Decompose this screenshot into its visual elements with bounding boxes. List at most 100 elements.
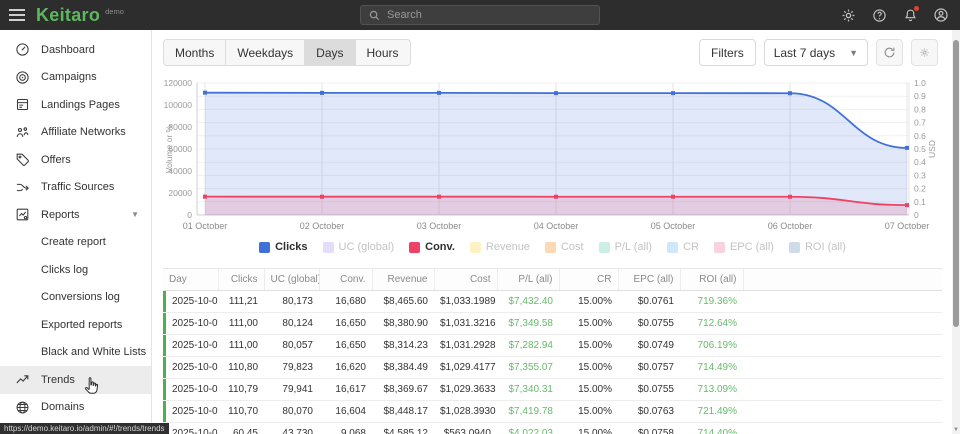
column-header-p-l-all-[interactable]: P/L (all) — [497, 269, 559, 291]
refresh-button[interactable] — [876, 39, 903, 66]
table-header-row: DayClicksUC (global)Conv.RevenueCostP/L … — [163, 269, 942, 291]
column-header-uc-global-[interactable]: UC (global) — [264, 269, 319, 291]
legend-item-uc-global-[interactable]: UC (global) — [323, 241, 395, 253]
sidebar-item-label: Traffic Sources — [41, 181, 114, 193]
menu-toggle-icon[interactable] — [0, 0, 34, 30]
table-row[interactable]: 2025-10-02111,0080,12416,650$8,380.90$1,… — [163, 313, 942, 335]
filters-button[interactable]: Filters — [699, 39, 756, 66]
sidebar-item-label: Conversions log — [41, 291, 120, 303]
cell-uc-global-: 80,124 — [264, 313, 319, 335]
cell-roi-all-: 714.49% — [680, 357, 743, 379]
table-row-partial[interactable]: 2025-10-0760,4543,7309,068$4,585.12$563.… — [163, 423, 942, 434]
cell-conv-: 16,650 — [319, 335, 372, 357]
chart-settings-button[interactable] — [911, 39, 938, 66]
cell-clicks: 60,45 — [218, 423, 264, 434]
offers-icon — [14, 152, 30, 168]
legend-swatch — [323, 242, 334, 253]
legend-item-epc-all-[interactable]: EPC (all) — [714, 241, 774, 253]
tab-hours[interactable]: Hours — [356, 40, 410, 65]
date-range-select[interactable]: Last 7 days ▼ — [764, 39, 868, 66]
table-row[interactable]: 2025-10-05110,7979,94116,617$8,369.67$1,… — [163, 379, 942, 401]
legend-swatch — [409, 242, 420, 253]
svg-text:0: 0 — [187, 210, 192, 220]
landings-pages-icon — [14, 97, 30, 113]
sidebar-item-dashboard[interactable]: Dashboard — [0, 36, 151, 64]
global-search[interactable] — [360, 5, 600, 25]
table-row[interactable]: 2025-10-01111,2180,17316,680$8,465.60$1,… — [163, 291, 942, 313]
traffic-sources-icon — [14, 179, 30, 195]
legend-swatch — [470, 242, 481, 253]
sidebar-item-offers[interactable]: Offers — [0, 146, 151, 174]
legend-item-roi-all-[interactable]: ROI (all) — [789, 241, 846, 253]
column-header-conv-[interactable]: Conv. — [319, 269, 372, 291]
cell-uc-global-: 80,173 — [264, 291, 319, 313]
tab-days[interactable]: Days — [305, 40, 355, 65]
sidebar-item-affiliate-networks[interactable]: Affiliate Networks — [0, 119, 151, 147]
table-row[interactable]: 2025-10-04110,8079,82316,620$8,384.49$1,… — [163, 357, 942, 379]
svg-text:1.0: 1.0 — [914, 78, 926, 88]
sidebar-item-reports[interactable]: Reports▼ — [0, 201, 151, 229]
legend-label: Clicks — [275, 241, 307, 253]
cell-day: 2025-10-01 — [163, 291, 218, 313]
scrollbar-down-arrow-icon[interactable]: ▼ — [952, 427, 960, 433]
column-header-revenue[interactable]: Revenue — [372, 269, 434, 291]
svg-text:0.9: 0.9 — [914, 91, 926, 101]
legend-item-conv-[interactable]: Conv. — [409, 241, 455, 253]
sidebar-item-create-report[interactable]: Create report — [0, 229, 151, 257]
column-header-cr[interactable]: CR — [559, 269, 618, 291]
cell-clicks: 111,00 — [218, 313, 264, 335]
notification-dot — [914, 6, 919, 11]
sidebar-item-traffic-sources[interactable]: Traffic Sources — [0, 174, 151, 202]
cell-conv-: 16,680 — [319, 291, 372, 313]
sidebar-item-exported-reports[interactable]: Exported reports — [0, 311, 151, 339]
cell-roi-all-: 712.64% — [680, 313, 743, 335]
sidebar-item-conversions-log[interactable]: Conversions log — [0, 284, 151, 312]
svg-text:20000: 20000 — [168, 188, 192, 198]
legend-item-cr[interactable]: CR — [667, 241, 699, 253]
chart-canvas: 02000040000600008000010000012000000.10.2… — [163, 70, 942, 236]
column-header-clicks[interactable]: Clicks — [218, 269, 264, 291]
cell-conv-: 16,604 — [319, 401, 372, 423]
legend-item-p-l-all-[interactable]: P/L (all) — [599, 241, 653, 253]
notifications-bell-icon[interactable] — [901, 6, 919, 24]
legend-swatch — [714, 242, 725, 253]
sidebar-item-campaigns[interactable]: Campaigns — [0, 64, 151, 92]
table-row[interactable]: 2025-10-03111,0080,05716,650$8,314.23$1,… — [163, 335, 942, 357]
column-header-cost[interactable]: Cost — [434, 269, 497, 291]
cell-day: 2025-10-06 — [163, 401, 218, 423]
cell-revenue: $8,465.60 — [372, 291, 434, 313]
sidebar-item-clicks-log[interactable]: Clicks log — [0, 256, 151, 284]
cell-epc-all-: $0.0758 — [618, 423, 680, 434]
sidebar-item-domains[interactable]: Domains — [0, 394, 151, 422]
sidebar-item-label: Affiliate Networks — [41, 126, 126, 138]
legend-item-cost[interactable]: Cost — [545, 241, 584, 253]
sidebar-item-trends[interactable]: Trends — [0, 366, 151, 394]
legend-item-revenue[interactable]: Revenue — [470, 241, 530, 253]
legend-item-clicks[interactable]: Clicks — [259, 241, 307, 253]
column-header-day[interactable]: Day — [163, 269, 218, 291]
cell-revenue: $8,380.90 — [372, 313, 434, 335]
column-header-epc-all-[interactable]: EPC (all) — [618, 269, 680, 291]
help-icon[interactable] — [870, 6, 888, 24]
settings-gear-icon[interactable] — [839, 6, 857, 24]
trends-chart[interactable]: 02000040000600008000010000012000000.10.2… — [163, 70, 942, 236]
scrollbar-thumb[interactable] — [953, 40, 959, 327]
cell-clicks: 111,00 — [218, 335, 264, 357]
table-row[interactable]: 2025-10-06110,7080,07016,604$8,448.17$1,… — [163, 401, 942, 423]
domains-icon — [14, 399, 30, 415]
app-logo[interactable]: Keitaro — [36, 5, 100, 26]
period-tabs: MonthsWeekdaysDaysHours — [163, 39, 411, 66]
sidebar-item-black-and-white-lists[interactable]: Black and White Lists — [0, 339, 151, 367]
cell-roi-all-: 721.49% — [680, 401, 743, 423]
sidebar-item-label: Trends — [41, 374, 75, 386]
search-input[interactable] — [387, 9, 591, 21]
cell-cr: 15.00% — [559, 291, 618, 313]
cell-roi-all-: 719.36% — [680, 291, 743, 313]
user-avatar[interactable] — [932, 6, 950, 24]
page-scrollbar[interactable]: ▼ — [952, 30, 960, 434]
chevron-down-icon: ▼ — [849, 48, 858, 58]
tab-months[interactable]: Months — [164, 40, 226, 65]
column-header-roi-all-[interactable]: ROI (all) — [680, 269, 743, 291]
sidebar-item-landings-pages[interactable]: Landings Pages — [0, 91, 151, 119]
tab-weekdays[interactable]: Weekdays — [226, 40, 305, 65]
